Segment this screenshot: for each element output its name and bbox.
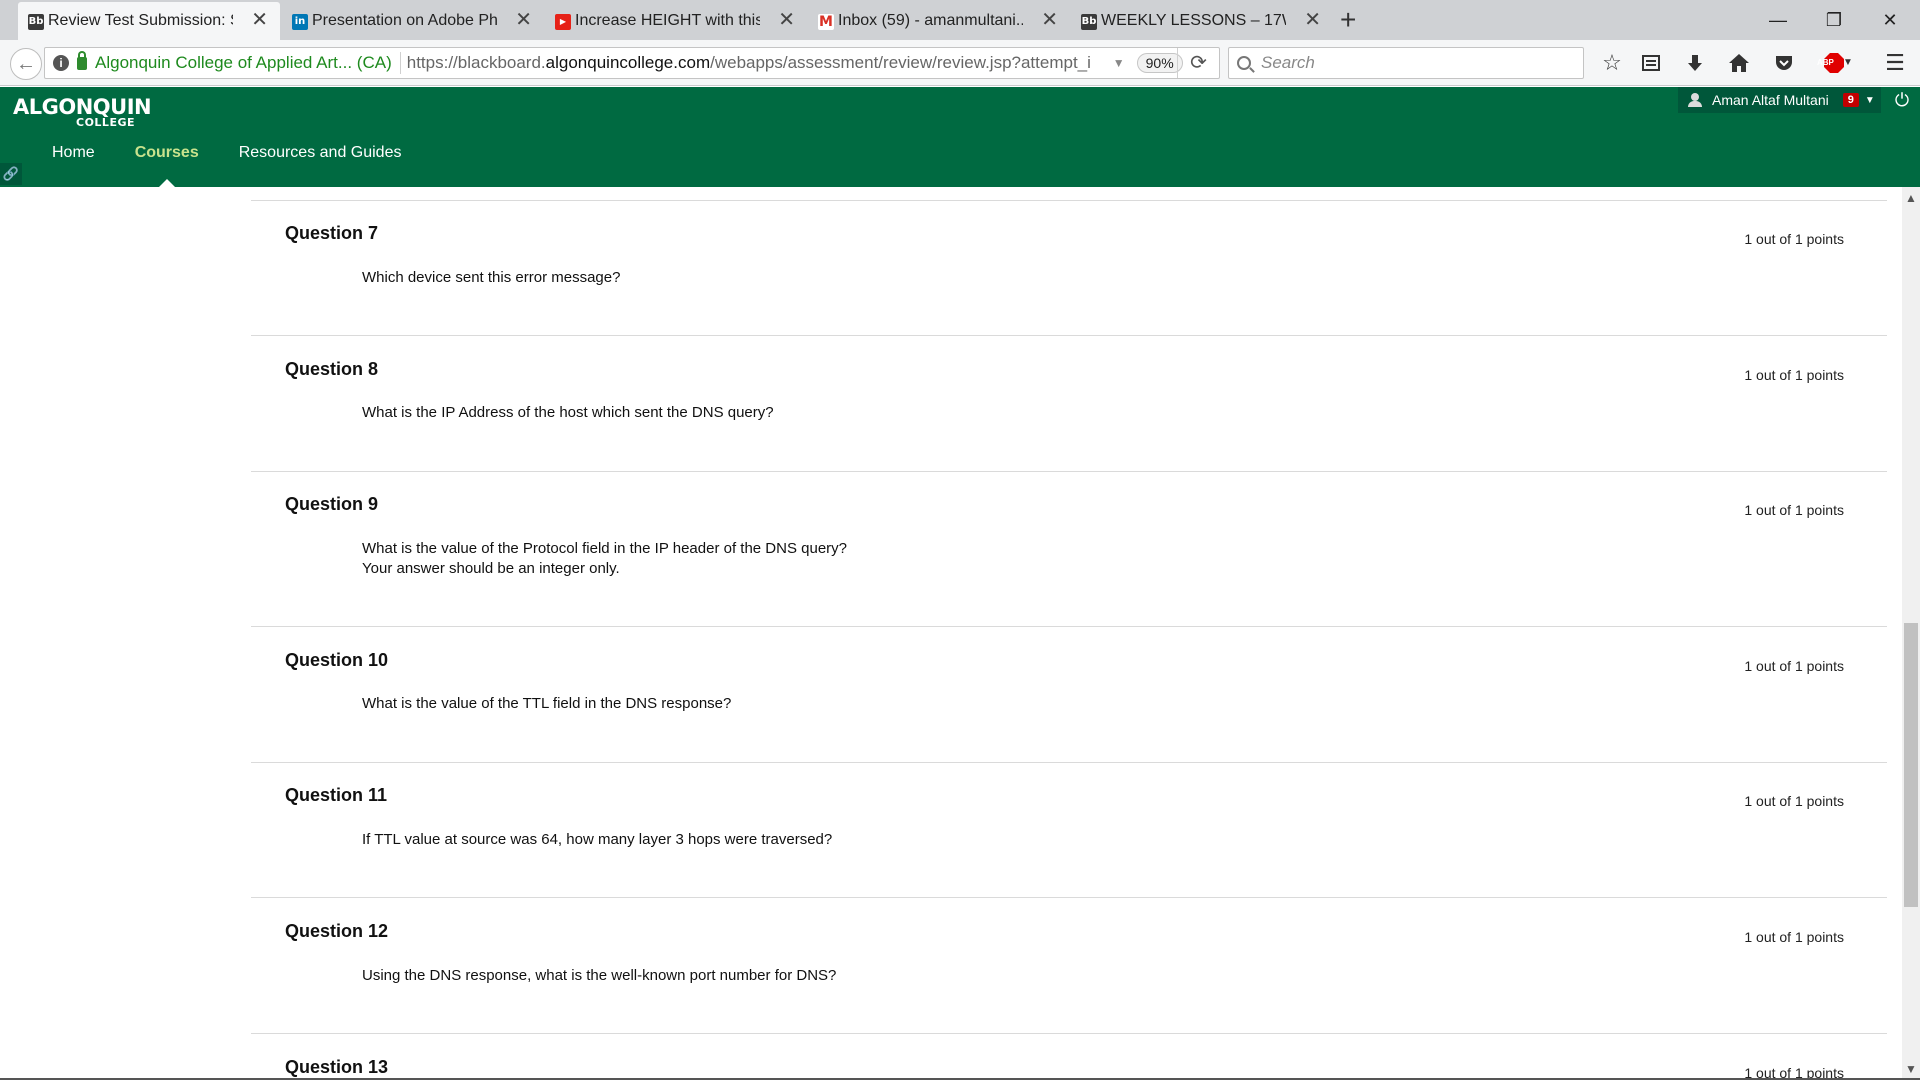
question-text: What is the value of the TTL field in th…	[362, 695, 732, 712]
address-bar[interactable]: i Algonquin College of Applied Art... (C…	[44, 47, 1220, 79]
question-block-7: Question 7 1 out of 1 points Which devic…	[251, 200, 1887, 335]
youtube-favicon-icon: ▶	[555, 14, 571, 30]
site-identity[interactable]: Algonquin College of Applied Art... (CA)	[95, 53, 392, 73]
question-block-12: Question 12 1 out of 1 points Using the …	[251, 897, 1887, 1033]
search-box[interactable]: Search	[1228, 47, 1584, 79]
question-points: 1 out of 1 points	[1744, 502, 1844, 518]
question-block-13: Question 13 1 out of 1 points	[251, 1033, 1887, 1080]
main-navigation: Home Courses Resources and Guides	[0, 133, 422, 187]
url-suffix: /webapps/assessment/review/review.jsp?at…	[710, 53, 1091, 72]
blackboard-favicon-icon: Bb	[1081, 14, 1097, 30]
reading-list-icon[interactable]	[1636, 48, 1666, 78]
blackboard-favicon-icon: Bb	[28, 14, 44, 30]
gmail-favicon-icon: M	[818, 14, 834, 30]
vertical-scrollbar[interactable]: ▲ ▼	[1902, 187, 1920, 1080]
tab-increase-height[interactable]: ▶ Increase HEIGHT with this ... ✕	[545, 2, 807, 40]
logo-line1: ALGONQUIN	[13, 95, 152, 119]
nav-resources-and-guides[interactable]: Resources and Guides	[219, 133, 422, 173]
question-text: If TTL value at source was 64, how many …	[362, 831, 833, 848]
question-text: Using the DNS response, what is the well…	[362, 967, 837, 984]
question-title: Question 11	[285, 785, 388, 805]
new-tab-button[interactable]: +	[1340, 6, 1356, 34]
logo-line2: COLLEGE	[76, 116, 135, 129]
algonquin-logo[interactable]: ALGONQUIN COLLEGE	[13, 95, 152, 129]
question-title: Question 12	[285, 921, 389, 941]
question-block-10: Question 10 1 out of 1 points What is th…	[251, 626, 1887, 762]
home-icon[interactable]	[1724, 48, 1754, 78]
url-prefix: https://blackboard.	[406, 53, 546, 72]
url-text[interactable]: https://blackboard.algonquincollege.com/…	[407, 53, 1107, 73]
question-title: Question 7	[285, 223, 379, 243]
question-text: What is the IP Address of the host which…	[362, 404, 774, 421]
adblock-dropdown-icon: ▼	[1843, 57, 1853, 68]
question-title: Question 8	[285, 359, 379, 379]
question-points: 1 out of 1 points	[1744, 231, 1844, 247]
adblock-label: ABP	[1817, 58, 1834, 67]
link-icon[interactable]: 🔗	[0, 163, 22, 185]
close-tab-icon[interactable]: ✕	[1304, 10, 1321, 30]
tab-gmail-inbox[interactable]: M Inbox (59) - amanmultani... ✕	[808, 2, 1070, 40]
nav-courses[interactable]: Courses	[115, 133, 219, 187]
search-icon	[1237, 56, 1251, 70]
user-name: Aman Altaf Multani	[1712, 92, 1829, 108]
question-title: Question 13	[285, 1057, 389, 1077]
notification-badge[interactable]: 9	[1842, 93, 1859, 107]
question-block-11: Question 11 1 out of 1 points If TTL val…	[251, 762, 1887, 897]
url-domain: algonquincollege.com	[545, 53, 711, 72]
info-icon[interactable]: i	[53, 55, 69, 71]
question-block-8: Question 8 1 out of 1 points What is the…	[251, 335, 1887, 471]
tab-presentation-adobe[interactable]: in Presentation on Adobe Ph... ✕	[282, 2, 544, 40]
review-content: Question 7 1 out of 1 points Which devic…	[0, 187, 1902, 1080]
logout-power-icon[interactable]: ⏻	[1888, 87, 1916, 113]
close-window-button[interactable]: ✕	[1870, 4, 1910, 36]
question-title: Question 9	[285, 494, 379, 514]
pocket-icon[interactable]	[1769, 48, 1799, 78]
close-tab-icon[interactable]: ✕	[251, 10, 268, 30]
star-icon[interactable]: ☆	[1597, 48, 1627, 78]
menu-icon[interactable]: ☰	[1880, 48, 1910, 78]
lock-icon	[77, 50, 87, 70]
zoom-level-badge[interactable]: 90%	[1136, 53, 1183, 73]
url-separator	[399, 52, 401, 74]
question-points: 1 out of 1 points	[1744, 929, 1844, 945]
question-points: 1 out of 1 points	[1744, 367, 1844, 383]
scroll-down-icon[interactable]: ▼	[1905, 1062, 1917, 1076]
tab-label: WEEKLY LESSONS – 17W_...	[1101, 12, 1286, 29]
restore-button[interactable]: ❐	[1814, 4, 1854, 36]
blackboard-header: ALGONQUIN COLLEGE Aman Altaf Multani 9 ▼…	[0, 87, 1920, 187]
reload-icon[interactable]: ⟳	[1177, 48, 1219, 78]
browser-nav-bar: ← i Algonquin College of Applied Art... …	[0, 40, 1920, 86]
url-dropdown-icon[interactable]: ▼	[1113, 56, 1125, 70]
question-points: 1 out of 1 points	[1744, 658, 1844, 674]
close-tab-icon[interactable]: ✕	[778, 10, 795, 30]
chevron-down-icon[interactable]: ▼	[1865, 95, 1875, 106]
minimize-button[interactable]: —	[1758, 4, 1798, 36]
search-placeholder: Search	[1261, 53, 1315, 72]
user-icon	[1688, 93, 1702, 107]
tab-weekly-lessons[interactable]: Bb WEEKLY LESSONS – 17W_... ✕	[1071, 2, 1333, 40]
scrollbar-thumb[interactable]	[1904, 623, 1918, 907]
question-points: 1 out of 1 points	[1744, 793, 1844, 809]
back-button[interactable]: ←	[10, 48, 42, 80]
tab-label: Inbox (59) - amanmultani...	[838, 12, 1023, 29]
user-menu[interactable]: Aman Altaf Multani 9 ▼	[1678, 87, 1881, 113]
scroll-up-icon[interactable]: ▲	[1905, 191, 1917, 205]
question-text: Which device sent this error message?	[362, 269, 621, 286]
back-arrow-icon: ←	[16, 53, 36, 75]
linkedin-favicon-icon: in	[292, 14, 308, 30]
close-tab-icon[interactable]: ✕	[1041, 10, 1058, 30]
question-text-note: Your answer should be an integer only.	[362, 560, 620, 577]
tab-label: Presentation on Adobe Ph...	[312, 12, 497, 29]
tab-label: Review Test Submission: S...	[48, 12, 233, 29]
question-block-9: Question 9 1 out of 1 points What is the…	[251, 471, 1887, 626]
adblock-icon[interactable]: ABP ▼	[1814, 48, 1854, 78]
question-text: What is the value of the Protocol field …	[362, 540, 848, 557]
question-title: Question 10	[285, 650, 389, 670]
close-tab-icon[interactable]: ✕	[515, 10, 532, 30]
tab-review-test-submission[interactable]: Bb Review Test Submission: S... ✕	[18, 2, 280, 40]
tab-label: Increase HEIGHT with this ...	[575, 12, 760, 29]
browser-tab-bar: Bb Review Test Submission: S... ✕ in Pre…	[0, 0, 1920, 40]
download-icon[interactable]	[1680, 48, 1710, 78]
